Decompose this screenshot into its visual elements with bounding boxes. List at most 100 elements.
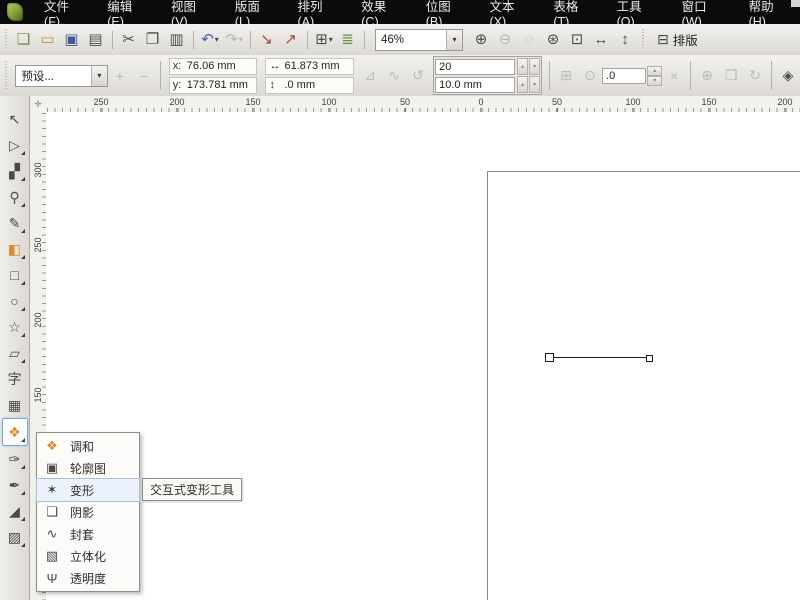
shape-tool[interactable]: ▷ xyxy=(3,132,27,158)
zoom-in-button[interactable]: ⊕ xyxy=(470,28,492,52)
layout-docker-button[interactable]: ⊟ 排版 xyxy=(653,28,702,51)
menu-edit[interactable]: 编辑(E) xyxy=(94,0,158,24)
menu-tools[interactable]: 工具(O) xyxy=(604,0,669,24)
save-button[interactable]: ▣ xyxy=(61,28,83,52)
menu-arrange[interactable]: 排列(A) xyxy=(284,0,348,24)
zoom-out-button[interactable]: ⊖ xyxy=(494,28,516,52)
smooth-distortion-icon[interactable]: ⊙ xyxy=(580,65,600,87)
redo-button[interactable]: ↷ ▾ xyxy=(223,28,245,52)
clear-distortion-button[interactable]: × xyxy=(664,65,684,87)
zoom-tool[interactable]: ⚲ xyxy=(3,184,27,210)
frequency-spinner[interactable]: ▴▾ xyxy=(516,76,540,93)
freehand-tool[interactable]: ✎ xyxy=(3,210,27,236)
smart-fill-tool[interactable]: ◧ xyxy=(3,236,27,262)
amplitude-field[interactable]: 20 xyxy=(435,59,515,75)
flyout-blend[interactable]: ❖ 调和 xyxy=(37,435,139,457)
toolbar-grip[interactable] xyxy=(640,29,646,51)
flyout-envelope[interactable]: ∿ 封套 xyxy=(37,523,139,545)
center-distortion-icon[interactable]: ↻ xyxy=(745,65,765,87)
toolbar-button[interactable] xyxy=(250,31,251,49)
menu-layout[interactable]: 版面(L) xyxy=(222,0,285,24)
toolbar-grip[interactable] xyxy=(3,61,8,90)
ruler-origin[interactable]: ✛ xyxy=(30,96,47,113)
y-position-field[interactable]: y: 173.781 mm xyxy=(169,77,258,94)
distortion-angle-buttons: ⊞ ⊙ xyxy=(554,55,602,96)
fill-tool[interactable]: ◢ xyxy=(3,498,27,524)
zoom-to-width-button[interactable]: ↔ xyxy=(590,28,612,52)
frequency-field[interactable]: 10.0 mm xyxy=(435,77,515,93)
pick-tool[interactable]: ↖ xyxy=(3,106,27,132)
flyout-transparency[interactable]: Ψ 透明度 xyxy=(37,567,139,589)
object-width-field[interactable]: ↔ 61.873 mm xyxy=(265,58,354,75)
table-tool[interactable]: ▦ xyxy=(3,392,27,418)
add-preset-button[interactable]: + xyxy=(110,65,130,87)
application-launcher-button[interactable]: ⊞ ▾ xyxy=(313,28,335,52)
zoom-level-combobox[interactable]: 46% ▾ xyxy=(375,29,463,51)
menu-bitmaps[interactable]: 位图(B) xyxy=(413,0,477,24)
object-height-field[interactable]: ↕ .0 mm xyxy=(265,77,354,94)
print-button[interactable]: ▤ xyxy=(85,28,107,52)
color-eyedropper-tool[interactable]: ✑ xyxy=(3,446,27,472)
zipper-distortion-icon[interactable]: ∿ xyxy=(384,65,404,87)
delete-preset-button[interactable]: − xyxy=(134,65,154,87)
x-position-field[interactable]: x: 76.06 mm xyxy=(169,58,258,75)
chevron-down-icon[interactable]: ▾ xyxy=(446,30,462,50)
paste-button[interactable]: ▥ xyxy=(166,28,188,52)
add-new-distortion-icon[interactable]: ⊕ xyxy=(697,65,717,87)
undo-button[interactable]: ↶ ▾ xyxy=(199,28,221,52)
flyout-contour[interactable]: ▣ 轮廓图 xyxy=(37,457,139,479)
menu-window[interactable]: 窗口(W) xyxy=(669,0,736,24)
twister-distortion-icon[interactable]: ↺ xyxy=(408,65,428,87)
open-button[interactable]: ▭ xyxy=(37,28,59,52)
menu-table[interactable]: 表格(T) xyxy=(540,0,603,24)
polygon-tool[interactable]: ☆ xyxy=(3,314,27,340)
drawing-canvas[interactable] xyxy=(46,112,800,600)
angle-spinner[interactable]: ▴▾ xyxy=(647,66,662,86)
copy-distortion-properties-icon[interactable]: ❐ xyxy=(721,65,741,87)
toolbar-button[interactable] xyxy=(112,31,113,49)
text-tool[interactable]: 字 xyxy=(3,366,27,392)
welcome-screen-button[interactable]: ≣ xyxy=(337,28,359,52)
chevron-down-icon: ▾ xyxy=(239,35,243,44)
amplitude-spinner[interactable]: ▴▾ xyxy=(516,58,540,75)
export-button[interactable]: ↗ xyxy=(280,28,302,52)
import-button[interactable]: ↘ xyxy=(256,28,278,52)
copy-button[interactable]: ❐ xyxy=(142,28,164,52)
zoom-to-height-button[interactable]: ↕ xyxy=(614,28,636,52)
ellipse-tool[interactable]: ○ xyxy=(3,288,27,314)
toolbar-button[interactable] xyxy=(364,31,365,49)
line-start-node[interactable] xyxy=(545,353,554,362)
line-end-node[interactable] xyxy=(646,355,653,362)
new-document-button[interactable]: ❏ xyxy=(13,28,35,52)
push-pull-distortion-icon[interactable]: ⊿ xyxy=(360,65,380,87)
preset-combobox[interactable]: 预设... ▾ xyxy=(15,65,107,87)
zoom-to-all-button[interactable]: ⊛ xyxy=(542,28,564,52)
chevron-down-icon[interactable]: ▾ xyxy=(91,66,107,86)
horizontal-ruler: 250 200 150 100 50 0 50 100 150 200 xyxy=(46,96,800,113)
rectangle-tool[interactable]: □ xyxy=(3,262,27,288)
outline-pen-tool[interactable]: ✒ xyxy=(3,472,27,498)
flyout-drop-shadow[interactable]: ❏ 阴影 xyxy=(37,501,139,523)
crop-tool[interactable]: ▞ xyxy=(3,158,27,184)
zoom-to-page-button[interactable]: ⊡ xyxy=(566,28,588,52)
flyout-distort[interactable]: ✶ 变形 xyxy=(37,479,139,501)
page-border-left xyxy=(487,171,488,600)
menu-view[interactable]: 视图(V) xyxy=(158,0,222,24)
toolbar-button[interactable] xyxy=(307,31,308,49)
menu-effects[interactable]: 效果(C) xyxy=(348,0,412,24)
cut-button[interactable]: ✂ xyxy=(118,28,140,52)
menu-text[interactable]: 文本(X) xyxy=(477,0,541,24)
toolbar-grip[interactable] xyxy=(3,29,9,51)
convert-to-curves-button[interactable]: ◈ xyxy=(778,65,798,87)
menu-file[interactable]: 文件(F) xyxy=(31,0,94,24)
angle-field[interactable]: .0 xyxy=(602,68,646,84)
zoom-to-selection-button[interactable]: ◌ xyxy=(518,28,540,52)
random-distortion-icon[interactable]: ⊞ xyxy=(556,65,576,87)
property-bar: 预设... ▾ + − x: 76.06 mm y: 173.781 mm ↔ … xyxy=(0,55,800,97)
flyout-extrude[interactable]: ▧ 立体化 xyxy=(37,545,139,567)
toolbar-button[interactable] xyxy=(193,31,194,49)
line-object[interactable] xyxy=(553,357,647,358)
basic-shapes-tool[interactable]: ▱ xyxy=(3,340,27,366)
blend-tool[interactable]: ❖ xyxy=(2,418,28,446)
interactive-fill-tool[interactable]: ▨ xyxy=(3,524,27,550)
